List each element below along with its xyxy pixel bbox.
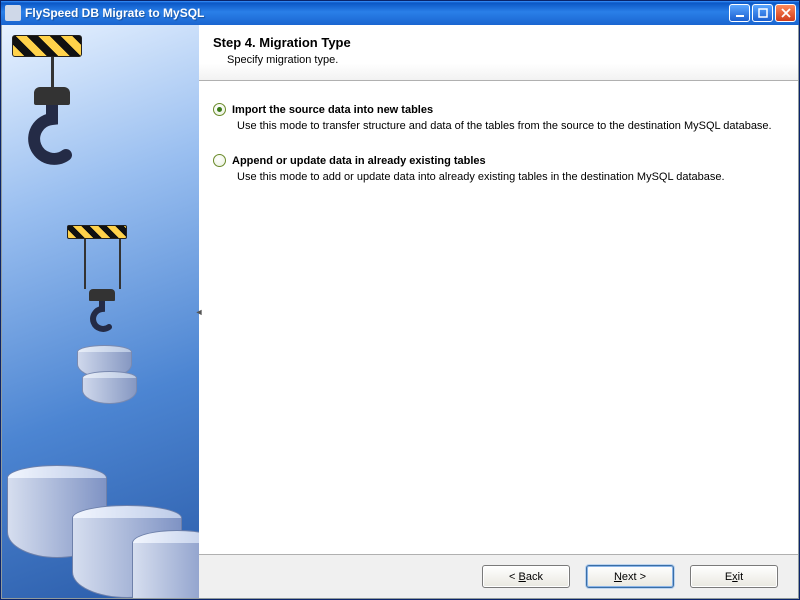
window-title: FlySpeed DB Migrate to MySQL	[25, 6, 729, 20]
radio-append-update[interactable]	[213, 154, 226, 167]
hook-icon	[22, 105, 82, 195]
minimize-icon	[735, 8, 745, 18]
database-cylinder-icon	[82, 371, 137, 404]
close-button[interactable]	[775, 4, 796, 22]
maximize-icon	[758, 8, 768, 18]
option-import-new: Import the source data into new tables U…	[213, 103, 778, 132]
back-button[interactable]: < Back	[482, 565, 570, 588]
app-window: FlySpeed DB Migrate to MySQL	[0, 0, 800, 600]
option-label[interactable]: Import the source data into new tables	[232, 104, 433, 116]
splitter-handle[interactable]: ◄	[195, 292, 203, 332]
exit-button[interactable]: Exit	[690, 565, 778, 588]
window-controls	[729, 4, 796, 22]
option-append-update: Append or update data in already existin…	[213, 154, 778, 183]
wizard-sidebar	[2, 25, 199, 598]
database-cylinder-icon	[132, 530, 199, 598]
client-area: ◄ Step 4. Migration Type Specify migrati…	[1, 25, 799, 599]
titlebar[interactable]: FlySpeed DB Migrate to MySQL	[1, 1, 799, 25]
wizard-footer: < Back Next > Exit	[199, 554, 798, 598]
wizard-banner: Step 4. Migration Type Specify migration…	[199, 25, 798, 81]
wizard-main: Step 4. Migration Type Specify migration…	[199, 25, 798, 598]
option-description: Use this mode to transfer structure and …	[237, 120, 778, 132]
next-button[interactable]: Next >	[586, 565, 674, 588]
option-description: Use this mode to add or update data into…	[237, 171, 778, 183]
step-heading: Step 4. Migration Type	[213, 35, 784, 50]
maximize-button[interactable]	[752, 4, 773, 22]
wizard-content: Import the source data into new tables U…	[199, 81, 798, 554]
step-subheading: Specify migration type.	[227, 54, 784, 66]
close-icon	[781, 8, 791, 18]
app-icon	[5, 5, 21, 21]
option-label[interactable]: Append or update data in already existin…	[232, 155, 486, 167]
radio-import-new[interactable]	[213, 103, 226, 116]
minimize-button[interactable]	[729, 4, 750, 22]
